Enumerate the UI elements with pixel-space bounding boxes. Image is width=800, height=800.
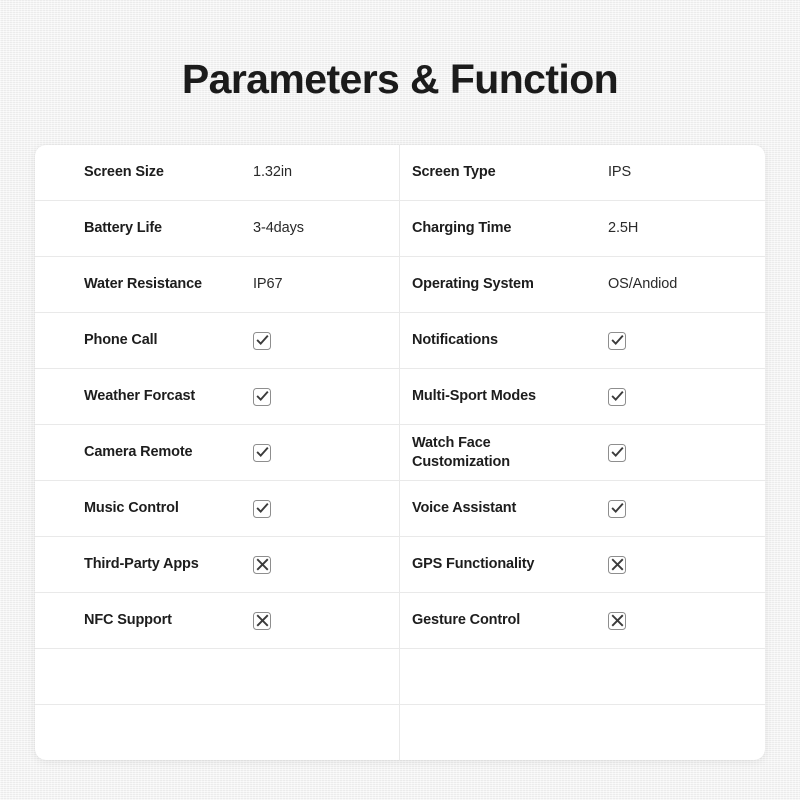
specification-rows: Screen Size 1.32in Screen Type IPS Battery L… <box>35 145 765 760</box>
spec-value: OS/Andiod <box>608 276 678 293</box>
spec-cell-nfc-support: NFC Support <box>35 593 400 648</box>
spec-cell-battery-life: Battery Life 3-4days <box>35 201 400 256</box>
table-row <box>35 649 765 705</box>
spec-label: Operating System <box>412 276 534 293</box>
checkmark-icon <box>253 443 271 462</box>
specification-table-card: Screen Size 1.32in Screen Type IPS Battery L… <box>35 145 765 760</box>
spec-value: 2.5H <box>608 220 639 237</box>
spec-label: Charging Time <box>412 220 512 237</box>
spec-label: Camera Remote <box>84 444 193 461</box>
spec-value: 1.32in <box>253 164 292 181</box>
spec-label: Screen Type <box>412 164 496 181</box>
spec-value: IPS <box>608 164 632 181</box>
cross-icon <box>253 611 271 630</box>
spec-label: Weather Forcast <box>84 388 196 405</box>
empty-cell-filler <box>35 705 399 760</box>
spec-cell-music-control: Music Control <box>35 481 400 536</box>
spec-label: Screen Size <box>84 164 164 181</box>
spec-cell-phone-call: Phone Call <box>35 313 400 368</box>
spec-cell-third-party-apps: Third-Party Apps <box>35 537 400 592</box>
spec-cell-operating-system: Operating System OS/Andiod <box>400 257 765 312</box>
spec-cell-camera-remote: Camera Remote <box>35 425 400 480</box>
cross-icon <box>608 555 626 574</box>
empty-cell <box>35 705 400 760</box>
empty-cell-filler <box>35 649 399 704</box>
table-row: Phone Call Notifications <box>35 313 765 369</box>
empty-cell-filler <box>400 649 765 704</box>
table-row: Battery Life 3-4days Charging Time 2.5H <box>35 201 765 257</box>
spec-label: Voice Assistant <box>412 500 517 517</box>
empty-cell <box>400 649 765 704</box>
spec-cell-weather-forcast: Weather Forcast <box>35 369 400 424</box>
checkmark-icon <box>608 387 626 406</box>
spec-cell-watch-face-customization: Watch Face Customization <box>400 425 765 480</box>
table-row: Music Control Voice Assistant <box>35 481 765 537</box>
checkmark-icon <box>253 499 271 518</box>
spec-label: GPS Functionality <box>412 556 535 573</box>
spec-cell-multi-sport-modes: Multi-Sport Modes <box>400 369 765 424</box>
spec-label: Battery Life <box>84 220 162 237</box>
empty-cell-filler <box>400 705 765 760</box>
table-row: Third-Party Apps GPS Functionality <box>35 537 765 593</box>
spec-label: Multi-Sport Modes <box>412 388 536 405</box>
spec-label: NFC Support <box>84 612 172 629</box>
spec-label: Music Control <box>84 500 179 517</box>
spec-cell-gps-functionality: GPS Functionality <box>400 537 765 592</box>
spec-cell-gesture-control: Gesture Control <box>400 593 765 648</box>
spec-label: Third-Party Apps <box>84 556 199 573</box>
table-row: Camera Remote Watch Face Customization <box>35 425 765 481</box>
spec-label: Phone Call <box>84 332 158 349</box>
spec-cell-voice-assistant: Voice Assistant <box>400 481 765 536</box>
spec-label: Notifications <box>412 332 498 349</box>
spec-cell-screen-type: Screen Type IPS <box>400 145 765 200</box>
table-row: Weather Forcast Multi-Sport Modes <box>35 369 765 425</box>
spec-value: 3-4days <box>253 220 304 237</box>
table-row: Screen Size 1.32in Screen Type IPS <box>35 145 765 201</box>
spec-value: IP67 <box>253 276 283 293</box>
checkmark-icon <box>253 331 271 350</box>
checkmark-icon <box>608 499 626 518</box>
spec-cell-charging-time: Charging Time 2.5H <box>400 201 765 256</box>
checkmark-icon <box>608 331 626 350</box>
table-row <box>35 705 765 760</box>
spec-cell-water-resistance: Water Resistance IP67 <box>35 257 400 312</box>
table-row: Water Resistance IP67 Operating System OS/A… <box>35 257 765 313</box>
spec-label: Watch Face Customization <box>412 435 510 470</box>
cross-icon <box>253 555 271 574</box>
checkmark-icon <box>253 387 271 406</box>
cross-icon <box>608 611 626 630</box>
spec-sheet-page: Parameters & Function Screen Size 1.32in S… <box>0 0 800 800</box>
page-title: Parameters & Function <box>181 56 619 102</box>
spec-cell-notifications: Notifications <box>400 313 765 368</box>
empty-cell <box>35 649 400 704</box>
checkmark-icon <box>608 443 626 462</box>
empty-cell <box>400 705 765 760</box>
spec-cell-screen-size: Screen Size 1.32in <box>35 145 400 200</box>
table-row: NFC Support Gesture Control <box>35 593 765 649</box>
spec-label: Water Resistance <box>84 276 202 293</box>
spec-label: Gesture Control <box>412 612 521 629</box>
